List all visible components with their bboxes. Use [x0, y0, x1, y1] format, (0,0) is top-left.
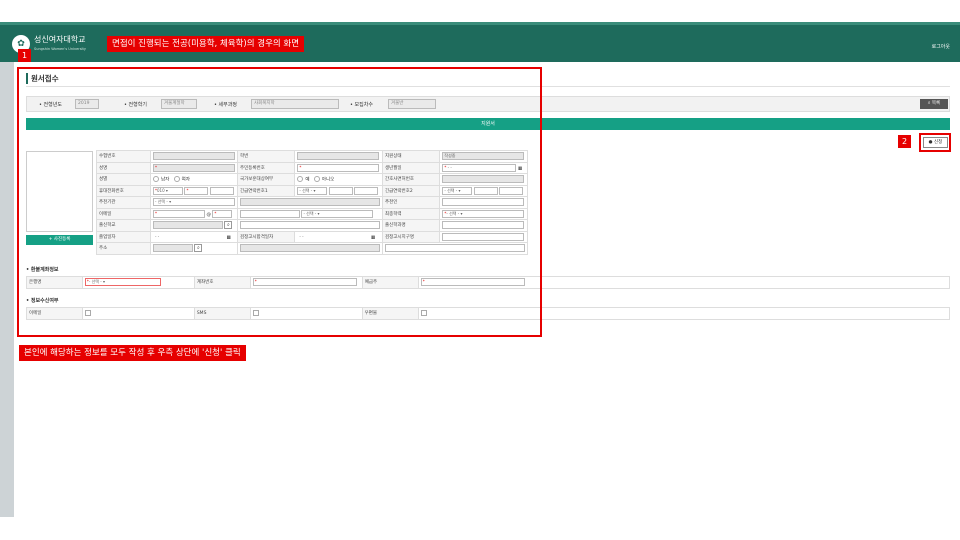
annotation-bottom-label: 본인에 해당하는 정보를 모두 작성 후 우측 상단에 '신청' 클릭	[19, 345, 246, 361]
school-name: 성신여자대학교	[34, 34, 86, 44]
annotation-title-label: 면접이 진행되는 전공(미용학, 체육학)의 경우의 화면	[107, 36, 305, 52]
left-sidebar	[0, 62, 14, 517]
search-icon: ⌕	[927, 101, 931, 106]
highlight-form-box	[17, 67, 542, 337]
list-button[interactable]: ⌕ 목록	[920, 99, 948, 109]
school-subtitle: Sungshin Women's University	[34, 46, 86, 51]
top-strip	[0, 0, 960, 20]
footer	[0, 517, 960, 540]
logout-link[interactable]: 로그아웃	[932, 43, 950, 50]
annotation-step1: 1	[18, 49, 32, 62]
annotation-step2: 2	[898, 135, 912, 148]
highlight-apply-box	[919, 133, 951, 152]
